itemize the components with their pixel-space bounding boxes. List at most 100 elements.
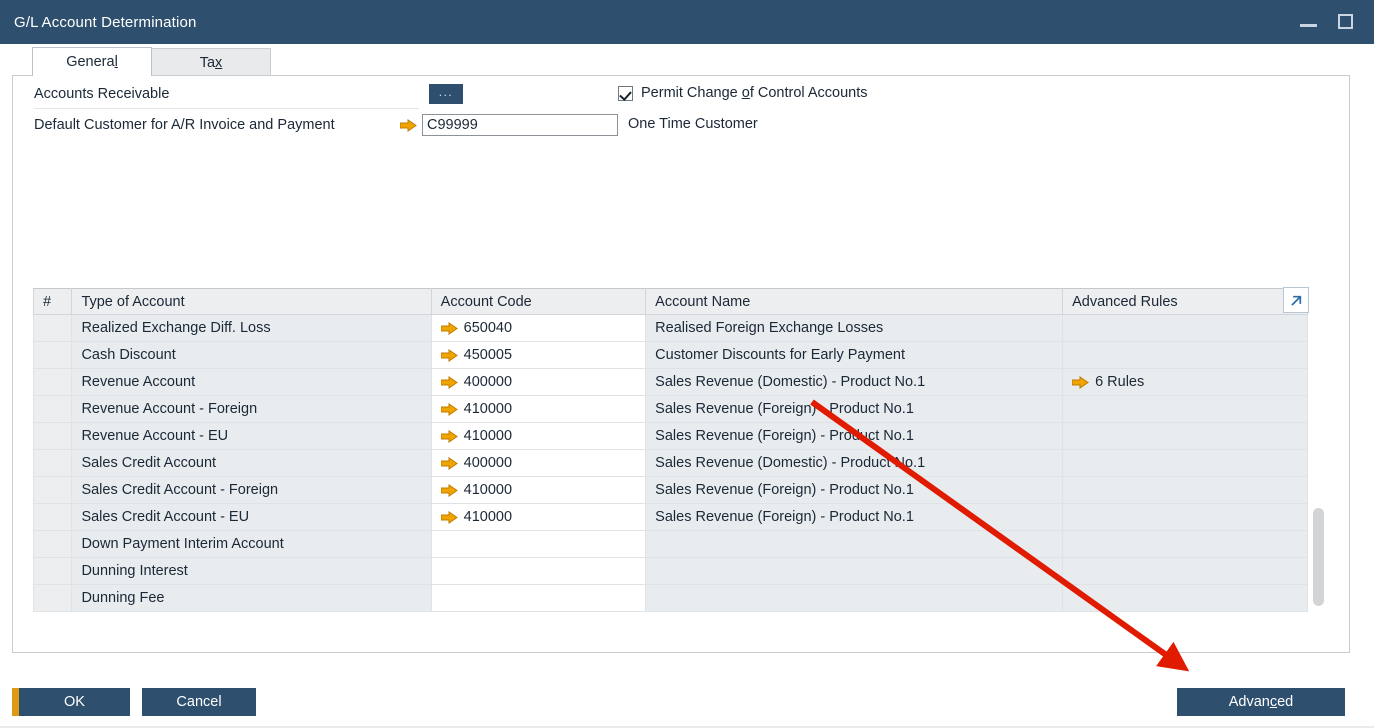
row-number-cell[interactable] <box>34 477 72 504</box>
table-row[interactable]: Down Payment Interim Account <box>34 531 1308 558</box>
cell-type-of-account[interactable]: Realized Exchange Diff. Loss <box>72 315 431 342</box>
table-row[interactable]: Sales Credit Account400000Sales Revenue … <box>34 450 1308 477</box>
cell-advanced-rules[interactable] <box>1063 585 1308 612</box>
cell-account-code[interactable]: 400000 <box>431 369 646 396</box>
cell-advanced-rules[interactable] <box>1063 396 1308 423</box>
cell-account-code[interactable]: 410000 <box>431 504 646 531</box>
cell-account-name[interactable]: Sales Revenue (Foreign) - Product No.1 <box>646 396 1063 423</box>
link-arrow-icon[interactable] <box>441 457 458 470</box>
cell-account-name[interactable] <box>646 558 1063 585</box>
cell-advanced-rules[interactable] <box>1063 531 1308 558</box>
cell-type-of-account[interactable]: Dunning Interest <box>72 558 431 585</box>
row-number-cell[interactable] <box>34 585 72 612</box>
cell-account-code[interactable] <box>431 585 646 612</box>
cell-account-name[interactable]: Customer Discounts for Early Payment <box>646 342 1063 369</box>
link-arrow-icon[interactable] <box>441 430 458 443</box>
link-arrow-icon[interactable] <box>441 511 458 524</box>
accounts-receivable-browse-button[interactable]: ... <box>429 84 463 104</box>
table-row[interactable]: Realized Exchange Diff. Loss650040Realis… <box>34 315 1308 342</box>
table-row[interactable]: Sales Credit Account - EU410000Sales Rev… <box>34 504 1308 531</box>
row-number-cell[interactable] <box>34 531 72 558</box>
row-number-cell[interactable] <box>34 558 72 585</box>
cell-type-of-account[interactable]: Revenue Account - EU <box>72 423 431 450</box>
cell-account-code[interactable] <box>431 531 646 558</box>
table-row[interactable]: Revenue Account - EU410000Sales Revenue … <box>34 423 1308 450</box>
cell-type-of-account[interactable]: Sales Credit Account <box>72 450 431 477</box>
permit-change-checkbox[interactable] <box>618 86 633 101</box>
cell-account-name[interactable] <box>646 531 1063 558</box>
grid-table: # Type of Account Account Code Account N… <box>33 288 1308 612</box>
cell-account-name[interactable]: Sales Revenue (Domestic) - Product No.1 <box>646 450 1063 477</box>
link-arrow-icon[interactable] <box>441 322 458 335</box>
minimize-button[interactable] <box>1300 13 1318 31</box>
cell-account-code[interactable]: 410000 <box>431 423 646 450</box>
cell-type-of-account[interactable]: Dunning Fee <box>72 585 431 612</box>
cell-account-code[interactable]: 650040 <box>431 315 646 342</box>
account-determination-grid: # Type of Account Account Code Account N… <box>33 288 1308 602</box>
advanced-button[interactable]: Advanced <box>1177 688 1345 716</box>
cell-type-of-account[interactable]: Down Payment Interim Account <box>72 531 431 558</box>
row-number-cell[interactable] <box>34 450 72 477</box>
col-header-account-name[interactable]: Account Name <box>646 289 1063 315</box>
cell-advanced-rules[interactable] <box>1063 450 1308 477</box>
cell-account-name[interactable]: Sales Revenue (Foreign) - Product No.1 <box>646 477 1063 504</box>
cell-advanced-rules[interactable] <box>1063 477 1308 504</box>
cancel-button[interactable]: Cancel <box>142 688 256 716</box>
link-arrow-icon[interactable] <box>441 484 458 497</box>
cell-account-name[interactable]: Sales Revenue (Foreign) - Product No.1 <box>646 423 1063 450</box>
cell-type-of-account[interactable]: Sales Credit Account - Foreign <box>72 477 431 504</box>
link-arrow-icon[interactable] <box>1072 376 1089 389</box>
table-row[interactable]: Dunning Fee <box>34 585 1308 612</box>
row-number-cell[interactable] <box>34 396 72 423</box>
field-divider <box>34 108 419 109</box>
col-header-account-code[interactable]: Account Code <box>431 289 646 315</box>
row-number-cell[interactable] <box>34 504 72 531</box>
default-customer-input[interactable] <box>422 114 618 136</box>
row-number-cell[interactable] <box>34 315 72 342</box>
cell-type-of-account[interactable]: Revenue Account <box>72 369 431 396</box>
table-row[interactable]: Cash Discount450005Customer Discounts fo… <box>34 342 1308 369</box>
window-title: G/L Account Determination <box>14 14 196 31</box>
cell-advanced-rules[interactable] <box>1063 342 1308 369</box>
cell-advanced-rules[interactable] <box>1063 558 1308 585</box>
table-row[interactable]: Revenue Account400000Sales Revenue (Dome… <box>34 369 1308 396</box>
grid-scrollbar-thumb[interactable] <box>1313 508 1324 606</box>
ok-button[interactable]: OK <box>12 688 130 716</box>
col-header-type-of-account[interactable]: Type of Account <box>72 289 431 315</box>
cell-account-code[interactable]: 410000 <box>431 396 646 423</box>
row-number-cell[interactable] <box>34 369 72 396</box>
cell-account-name[interactable]: Sales Revenue (Foreign) - Product No.1 <box>646 504 1063 531</box>
link-arrow-icon[interactable] <box>441 376 458 389</box>
row-number-cell[interactable] <box>34 423 72 450</box>
expand-grid-icon[interactable] <box>1283 287 1309 313</box>
cell-type-of-account[interactable]: Cash Discount <box>72 342 431 369</box>
link-arrow-icon[interactable] <box>441 403 458 416</box>
cell-account-name[interactable]: Sales Revenue (Domestic) - Product No.1 <box>646 369 1063 396</box>
cell-advanced-rules[interactable]: 6 Rules <box>1063 369 1308 396</box>
permit-change-checkbox-row[interactable]: Permit Change of Control Accounts <box>618 85 868 101</box>
cell-advanced-rules[interactable] <box>1063 504 1308 531</box>
cell-type-of-account[interactable]: Sales Credit Account - EU <box>72 504 431 531</box>
maximize-button[interactable] <box>1338 13 1356 31</box>
cell-advanced-rules[interactable] <box>1063 315 1308 342</box>
table-row[interactable]: Sales Credit Account - Foreign410000Sale… <box>34 477 1308 504</box>
link-arrow-icon[interactable] <box>441 349 458 362</box>
row-number-cell[interactable] <box>34 342 72 369</box>
tab-tax[interactable]: Tax <box>151 48 271 76</box>
cell-account-code[interactable] <box>431 558 646 585</box>
cell-type-of-account[interactable]: Revenue Account - Foreign <box>72 396 431 423</box>
cell-account-code[interactable]: 410000 <box>431 477 646 504</box>
col-header-advanced-rules[interactable]: Advanced Rules <box>1063 289 1308 315</box>
cell-account-code[interactable]: 450005 <box>431 342 646 369</box>
cell-account-code[interactable]: 400000 <box>431 450 646 477</box>
table-row[interactable]: Revenue Account - Foreign410000Sales Rev… <box>34 396 1308 423</box>
col-header-number[interactable]: # <box>34 289 72 315</box>
cell-account-name[interactable] <box>646 585 1063 612</box>
tab-general[interactable]: General <box>32 47 152 76</box>
cell-account-name[interactable]: Realised Foreign Exchange Losses <box>646 315 1063 342</box>
cell-advanced-rules[interactable] <box>1063 423 1308 450</box>
grid-vertical-scrollbar[interactable] <box>1312 316 1325 606</box>
grid-header-row: # Type of Account Account Code Account N… <box>34 289 1308 315</box>
table-row[interactable]: Dunning Interest <box>34 558 1308 585</box>
link-arrow-icon[interactable] <box>400 119 417 132</box>
